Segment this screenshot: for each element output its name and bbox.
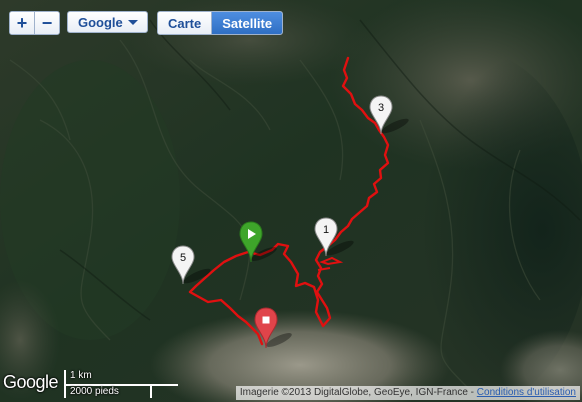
waypoint-label: 3 (378, 102, 384, 114)
scale-bar: 1 km 2000 pieds (64, 370, 180, 400)
google-logo[interactable]: Google (3, 372, 59, 393)
map-type-toggle: Carte Satellite (157, 11, 284, 35)
waypoint-label: 1 (323, 224, 329, 236)
start-marker[interactable] (238, 220, 282, 271)
waypoint-marker-1[interactable]: 1 (314, 216, 358, 267)
map-type-satellite-button[interactable]: Satellite (212, 12, 283, 34)
attribution: Imagerie ©2013 DigitalGlobe, GeoEye, IGN… (235, 386, 580, 400)
waypoint-marker-3[interactable]: 3 (369, 94, 413, 145)
map-type-carte-button[interactable]: Carte (158, 12, 213, 34)
gps-track[interactable] (188, 56, 390, 346)
scale-imperial-label: 2000 pieds (70, 386, 119, 397)
stop-icon (262, 316, 270, 324)
waypoint-marker-5[interactable]: 5 (171, 244, 215, 295)
provider-label: Google (78, 14, 123, 30)
end-marker[interactable] (253, 306, 297, 357)
map-viewport[interactable]: + − Google Carte Satellite 3 1 5 Google … (0, 0, 582, 402)
zoom-out-button[interactable]: − (34, 12, 59, 34)
scale-metric-label: 1 km (70, 370, 92, 381)
map-provider-dropdown[interactable]: Google (67, 11, 148, 33)
chevron-down-icon (128, 19, 138, 25)
attribution-text: Imagerie ©2013 DigitalGlobe, GeoEye, IGN… (239, 387, 477, 398)
waypoint-label: 5 (180, 252, 186, 264)
zoom-in-button[interactable]: + (10, 12, 34, 34)
zoom-control: + − (9, 11, 60, 35)
terms-of-use-link[interactable]: Conditions d'utilisation (477, 387, 576, 398)
